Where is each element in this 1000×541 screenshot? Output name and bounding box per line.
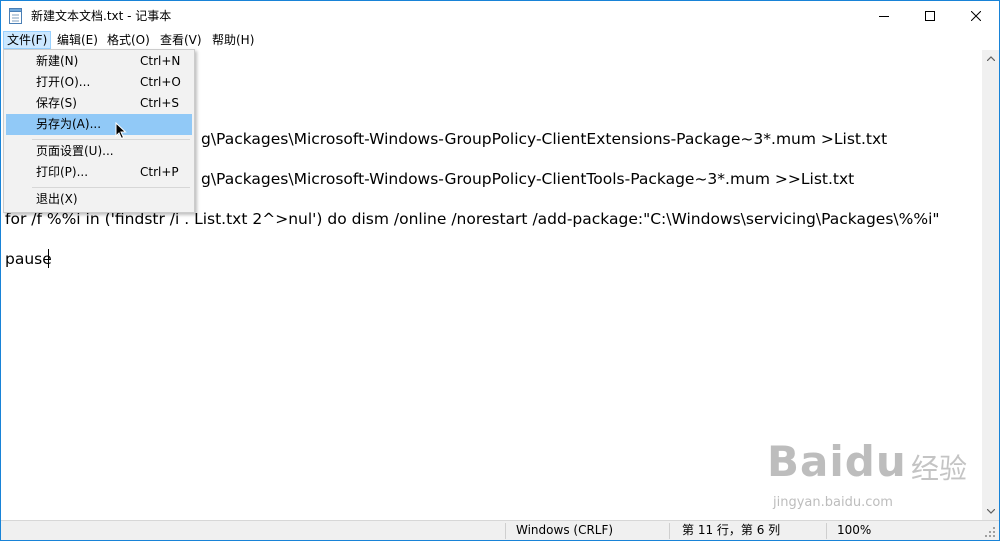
- menu-item-label: 退出(X): [36, 192, 78, 206]
- menu-item-label: 打开(O)...: [36, 75, 91, 89]
- file-menu-dropdown: 新建(N) Ctrl+N 打开(O)... Ctrl+O 保存(S) Ctrl+…: [3, 49, 195, 213]
- minimize-icon: [879, 16, 889, 17]
- title-bar[interactable]: 新建文本文档.txt - 记事本: [1, 1, 999, 31]
- status-encoding: Windows (CRLF): [516, 523, 614, 537]
- watermark-url: jingyan.baidu.com: [773, 495, 893, 510]
- status-divider: [505, 523, 506, 539]
- status-cursor-position: 第 11 行，第 6 列: [682, 523, 781, 537]
- menu-item-save-as[interactable]: 另存为(A)...: [6, 114, 192, 135]
- resize-grip-icon[interactable]: [985, 527, 996, 538]
- menu-item-save[interactable]: 保存(S) Ctrl+S: [6, 93, 192, 114]
- menu-item-page-setup[interactable]: 页面设置(U)...: [6, 141, 192, 162]
- menu-item-label: 保存(S): [36, 96, 77, 110]
- menu-item-exit[interactable]: 退出(X): [6, 189, 192, 210]
- menu-item-shortcut: Ctrl+N: [140, 54, 181, 68]
- status-zoom: 100%: [837, 523, 872, 537]
- chevron-down-icon: [986, 509, 995, 514]
- menu-separator: [32, 139, 190, 140]
- menu-edit[interactable]: 编辑(E): [54, 31, 101, 49]
- menu-item-label: 打印(P)...: [36, 165, 89, 179]
- watermark-brand-cn: 经验: [911, 452, 968, 485]
- minimize-button[interactable]: [861, 1, 907, 31]
- maximize-icon: [925, 11, 935, 21]
- editor-line: pause: [5, 250, 52, 268]
- menu-view[interactable]: 查看(V): [157, 31, 205, 49]
- scroll-down-button[interactable]: [982, 503, 999, 520]
- menu-item-label: 新建(N): [36, 54, 79, 68]
- menu-separator: [32, 187, 190, 188]
- maximize-button[interactable]: [907, 1, 953, 31]
- close-icon: [971, 11, 981, 21]
- notepad-window: 新建文本文档.txt - 记事本 文件(F) 编辑(E) 格式(O) 查看(V)…: [0, 0, 1000, 541]
- menu-item-shortcut: Ctrl+S: [140, 96, 180, 110]
- menu-item-open[interactable]: 打开(O)... Ctrl+O: [6, 72, 192, 93]
- text-caret: [48, 249, 49, 268]
- status-divider: [826, 523, 827, 539]
- mouse-pointer-icon: [115, 122, 127, 140]
- status-divider: [669, 523, 670, 539]
- menu-item-shortcut: Ctrl+O: [140, 75, 181, 89]
- close-button[interactable]: [953, 1, 999, 31]
- watermark-brand: Baidu: [767, 437, 907, 486]
- scroll-up-button[interactable]: [982, 50, 999, 67]
- menu-item-label: 另存为(A)...: [36, 117, 102, 131]
- baidu-watermark: Baidu 经验 jingyan.baidu.com: [761, 433, 981, 523]
- menu-item-print[interactable]: 打印(P)... Ctrl+P: [6, 162, 192, 183]
- menu-item-new[interactable]: 新建(N) Ctrl+N: [6, 51, 192, 72]
- menu-file[interactable]: 文件(F): [3, 31, 52, 49]
- editor-line: g\Packages\Microsoft-Windows-GroupPolicy…: [201, 130, 888, 148]
- notepad-icon: [9, 8, 22, 24]
- chevron-up-icon: [986, 56, 995, 61]
- editor-line: g\Packages\Microsoft-Windows-GroupPolicy…: [201, 170, 855, 188]
- menu-item-label: 页面设置(U)...: [36, 144, 114, 158]
- menu-format[interactable]: 格式(O): [104, 31, 153, 49]
- status-bar: Windows (CRLF) 第 11 行，第 6 列 100%: [1, 520, 999, 540]
- menu-bar: 文件(F) 编辑(E) 格式(O) 查看(V) 帮助(H): [1, 31, 999, 49]
- window-title: 新建文本文档.txt - 记事本: [31, 9, 172, 23]
- menu-help[interactable]: 帮助(H): [209, 31, 257, 49]
- vertical-scrollbar[interactable]: [982, 50, 999, 520]
- menu-item-shortcut: Ctrl+P: [140, 165, 179, 179]
